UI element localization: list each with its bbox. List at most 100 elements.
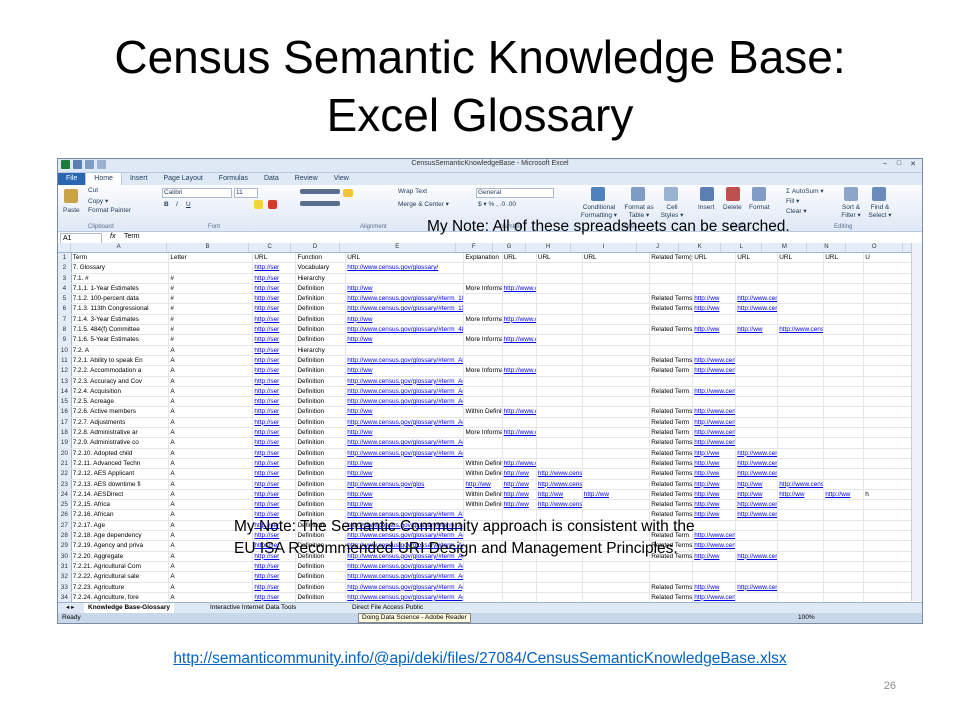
cell[interactable]: http://ser (253, 561, 297, 572)
tab-file[interactable]: File (58, 173, 86, 185)
column-header[interactable]: H (526, 243, 572, 252)
cell[interactable]: http://ser (253, 273, 297, 283)
cell[interactable] (778, 541, 825, 551)
cell[interactable]: Within Definition (464, 500, 503, 510)
cell[interactable]: http://ww (464, 479, 503, 489)
cell[interactable] (464, 397, 503, 407)
cell[interactable]: URL (253, 253, 297, 263)
sheet-tab-glossary[interactable]: Knowledge Base-Glossary (84, 603, 174, 613)
cell[interactable] (503, 582, 537, 592)
cell[interactable] (583, 335, 651, 345)
column-header[interactable]: C (249, 243, 292, 252)
cell[interactable]: http://ser (253, 592, 297, 603)
cell[interactable] (537, 397, 583, 407)
cell[interactable] (583, 500, 651, 510)
cell[interactable]: http://ww (537, 489, 583, 500)
cell[interactable]: http://www.census.gov/acs/www (503, 283, 537, 294)
cell[interactable]: http://ser (253, 325, 297, 335)
tab-view[interactable]: View (326, 173, 357, 185)
row-number[interactable]: 4 (58, 283, 72, 294)
cell[interactable]: 7.2.14. AESDirect (72, 489, 170, 500)
cell[interactable] (778, 366, 825, 376)
column-header[interactable]: F (456, 243, 493, 252)
cell[interactable] (778, 355, 825, 366)
cell[interactable]: http://www.census.gov/glossa (537, 479, 583, 489)
cell[interactable]: More Information (464, 366, 503, 376)
cell[interactable] (583, 376, 651, 386)
cell[interactable]: URL (346, 253, 465, 263)
cell[interactable]: http://ser (253, 479, 297, 489)
cell[interactable] (464, 438, 503, 448)
cell[interactable] (824, 469, 865, 479)
cell[interactable]: http://ww (346, 283, 465, 294)
cell[interactable]: http://www.census.gov/glossary/#term_Acc… (346, 376, 465, 386)
cell[interactable]: http://ser (253, 448, 297, 458)
cell[interactable]: http://ser (253, 304, 297, 314)
cell[interactable] (464, 273, 503, 283)
cell[interactable] (736, 520, 779, 531)
cell[interactable]: http://ser (253, 376, 297, 386)
cell[interactable] (778, 397, 825, 407)
cell[interactable] (650, 263, 694, 273)
cell[interactable] (693, 345, 737, 355)
cell[interactable]: A (169, 489, 254, 500)
cell[interactable] (778, 417, 825, 428)
cell[interactable]: Letter (169, 253, 254, 263)
cell[interactable] (583, 366, 651, 376)
cell[interactable]: 7.2. A (72, 345, 170, 355)
orientation-icon[interactable] (343, 189, 353, 197)
cell[interactable] (537, 273, 583, 283)
find-select-icon[interactable] (872, 187, 886, 201)
cell[interactable]: # (169, 273, 254, 283)
cell[interactable] (778, 438, 825, 448)
cell[interactable]: Definition (296, 376, 347, 386)
column-header[interactable]: N (807, 243, 847, 252)
cell[interactable] (736, 572, 779, 582)
row-number[interactable]: 12 (58, 366, 72, 376)
cell[interactable]: http://ww (824, 489, 865, 500)
cell[interactable]: http://ww (693, 294, 737, 304)
cell[interactable]: http://www.census.gov/glossary (736, 510, 779, 520)
cell[interactable]: http://www.census.go (778, 325, 825, 335)
cell[interactable]: 7.1.1. 1-Year Estimates (72, 283, 170, 294)
cell[interactable]: http://ser (253, 366, 297, 376)
cell[interactable]: Definition (296, 304, 347, 314)
cell[interactable]: Related Term (650, 386, 694, 397)
cell[interactable]: Within Definition (464, 489, 503, 500)
cell[interactable] (650, 561, 694, 572)
cell[interactable] (650, 273, 694, 283)
cell[interactable]: http://www.census.gov/glossary (736, 448, 779, 458)
number-format-select[interactable]: General (476, 188, 554, 198)
cell[interactable]: URL (583, 253, 651, 263)
cell[interactable]: http://www.census.gov/glossary/#term_Adm… (346, 438, 465, 448)
cell[interactable] (824, 407, 865, 417)
cell[interactable] (346, 273, 465, 283)
cell[interactable]: 7.1.4. 3-Year Estimates (72, 314, 170, 325)
cell[interactable] (778, 314, 825, 325)
cell[interactable]: http://www.census.gov/glossary/#term_St (693, 541, 737, 551)
cell[interactable]: http://www.census.gov/glossary/#term_Acq… (346, 386, 465, 397)
cell[interactable] (778, 582, 825, 592)
cell[interactable] (583, 417, 651, 428)
cell[interactable]: Definition (296, 294, 347, 304)
cell[interactable] (693, 520, 737, 531)
cell[interactable]: Related Terms (650, 500, 694, 510)
align-left-icon[interactable] (300, 201, 340, 206)
cell[interactable] (537, 345, 583, 355)
column-header[interactable]: A (71, 243, 167, 252)
column-header[interactable]: J (637, 243, 680, 252)
cell[interactable] (503, 345, 537, 355)
cell[interactable] (464, 355, 503, 366)
cell[interactable]: A (169, 345, 254, 355)
cell[interactable]: http://ww (693, 304, 737, 314)
cell[interactable]: Definition (296, 366, 347, 376)
cell[interactable] (778, 273, 825, 283)
cell[interactable] (778, 448, 825, 458)
format-painter-button[interactable]: Format Painter (88, 207, 131, 214)
cell[interactable]: http://www.census.gov/glossary (736, 500, 779, 510)
cell[interactable]: 7.2.10. Adopted child (72, 448, 170, 458)
cell[interactable] (503, 304, 537, 314)
cell[interactable]: Within Definition (464, 469, 503, 479)
cell[interactable] (824, 510, 865, 520)
cell[interactable] (824, 366, 865, 376)
